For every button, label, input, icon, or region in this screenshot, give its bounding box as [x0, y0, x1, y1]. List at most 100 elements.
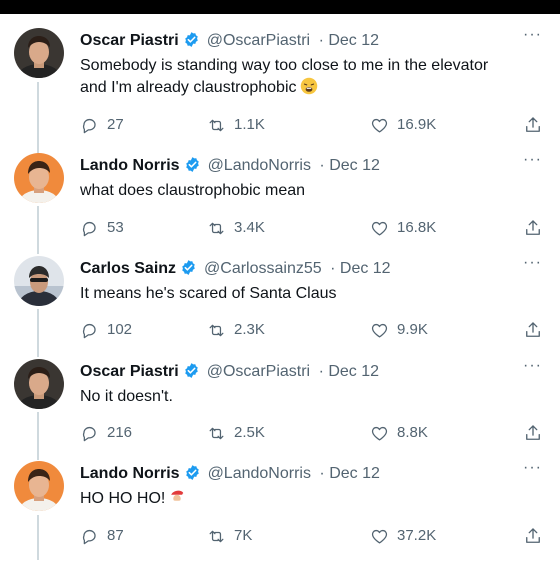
oscar-avatar[interactable] — [14, 28, 64, 78]
tweet-date[interactable]: · Dec 12 — [330, 260, 390, 277]
reply-count: 102 — [107, 321, 133, 338]
like-count: 8.8K — [397, 424, 428, 441]
reply-icon — [80, 219, 99, 238]
tweet-date[interactable]: · Dec 12 — [319, 157, 379, 174]
display-name[interactable]: Lando Norris — [80, 465, 180, 482]
tweet-header: Oscar Piastri @OscarPiastri · Dec 12 — [80, 361, 379, 383]
verified-badge-icon — [184, 464, 201, 481]
more-options-button[interactable]: ··· — [523, 459, 542, 477]
lando-avatar[interactable] — [14, 461, 64, 511]
reply-button[interactable]: 27 — [80, 114, 124, 136]
reply-count: 27 — [107, 116, 124, 133]
reply-count: 216 — [107, 424, 133, 441]
share-icon[interactable] — [523, 114, 543, 136]
heart-icon — [370, 116, 389, 135]
handle[interactable]: @LandoNorris — [208, 465, 311, 482]
retweet-button[interactable]: 2.5K — [207, 422, 265, 444]
lando-avatar[interactable] — [14, 153, 64, 203]
tweet-date[interactable]: · Dec 12 — [319, 465, 379, 482]
share-icon[interactable] — [523, 319, 543, 341]
tweet[interactable]: Lando Norris @LandoNorris · Dec 12 ··· wh… — [0, 151, 560, 256]
retweet-button[interactable]: 2.3K — [207, 319, 265, 341]
status-bar — [0, 0, 560, 14]
share-icon[interactable] — [523, 422, 543, 444]
reply-count: 53 — [107, 219, 124, 236]
like-count: 16.9K — [397, 116, 437, 133]
more-options-button[interactable]: ··· — [523, 151, 542, 169]
reply-icon — [80, 116, 99, 135]
retweet-icon — [207, 321, 226, 340]
handle[interactable]: @OscarPiastri — [207, 363, 310, 380]
retweet-icon — [207, 219, 226, 238]
santa-emoji — [168, 488, 186, 506]
retweet-count: 2.3K — [234, 321, 265, 338]
tweet-text-line: and I'm already claustrophobic — [80, 79, 297, 96]
like-count: 9.9K — [397, 321, 428, 338]
like-button[interactable]: 37.2K — [370, 525, 436, 547]
like-button[interactable]: 9.9K — [370, 319, 428, 341]
tweet-text-line: Somebody is standing way too close to me… — [80, 57, 489, 74]
tweet-actions: 216 2.5K 8.8K — [80, 422, 550, 444]
handle[interactable]: @Carlossainz55 — [204, 260, 322, 277]
reply-icon — [80, 527, 99, 546]
oscar-avatar[interactable] — [14, 359, 64, 409]
display-name[interactable]: Lando Norris — [80, 157, 180, 174]
like-button[interactable]: 16.8K — [370, 217, 436, 239]
handle[interactable]: @OscarPiastri — [207, 32, 310, 49]
tweet-text: No it doesn't. — [80, 386, 540, 408]
verified-badge-icon — [180, 259, 197, 276]
share-icon[interactable] — [523, 525, 543, 547]
tweet[interactable]: Carlos Sainz @Carlossainz55 · Dec 12 ··· … — [0, 254, 560, 359]
display-name[interactable]: Oscar Piastri — [80, 363, 179, 380]
reply-button[interactable]: 87 — [80, 525, 124, 547]
tweet-header: Oscar Piastri @OscarPiastri · Dec 12 — [80, 30, 379, 52]
carlos-avatar[interactable] — [14, 256, 64, 306]
tweet-text-line: It means he's scared of Santa Claus — [80, 285, 337, 302]
heart-icon — [370, 219, 389, 238]
retweet-count: 1.1K — [234, 116, 265, 133]
tweet-date[interactable]: · Dec 12 — [319, 32, 379, 49]
reply-button[interactable]: 216 — [80, 422, 132, 444]
more-options-button[interactable]: ··· — [523, 254, 542, 272]
tweet[interactable]: Lando Norris @LandoNorris · Dec 12 ··· HO… — [0, 459, 560, 564]
tweet-header: Lando Norris @LandoNorris · Dec 12 — [80, 155, 380, 177]
reply-count: 87 — [107, 527, 124, 544]
retweet-count: 2.5K — [234, 424, 265, 441]
reply-button[interactable]: 53 — [80, 217, 124, 239]
retweet-icon — [207, 527, 226, 546]
like-button[interactable]: 16.9K — [370, 114, 436, 136]
like-button[interactable]: 8.8K — [370, 422, 428, 444]
share-icon[interactable] — [523, 217, 543, 239]
heart-icon — [370, 527, 389, 546]
tweet[interactable]: Oscar Piastri @OscarPiastri · Dec 12 ··· … — [0, 26, 560, 133]
tweet-text: Somebody is standing way too close to me… — [80, 55, 540, 99]
reply-button[interactable]: 102 — [80, 319, 132, 341]
tweet-actions: 27 1.1K 16.9K — [80, 114, 550, 136]
verified-badge-icon — [183, 362, 200, 379]
display-name[interactable]: Carlos Sainz — [80, 260, 176, 277]
reply-icon — [80, 321, 99, 340]
tweet-actions: 102 2.3K 9.9K — [80, 319, 550, 341]
retweet-button[interactable]: 1.1K — [207, 114, 265, 136]
weary-face-emoji — [300, 77, 318, 95]
verified-badge-icon — [183, 31, 200, 48]
retweet-button[interactable]: 7K — [207, 525, 252, 547]
reply-icon — [80, 424, 99, 443]
tweet-actions: 87 7K 37.2K — [80, 525, 550, 547]
display-name[interactable]: Oscar Piastri — [80, 32, 179, 49]
more-options-button[interactable]: ··· — [523, 26, 542, 44]
retweet-count: 3.4K — [234, 219, 265, 236]
tweet-text: HO HO HO! — [80, 488, 540, 510]
verified-badge-icon — [184, 156, 201, 173]
like-count: 16.8K — [397, 219, 437, 236]
retweet-button[interactable]: 3.4K — [207, 217, 265, 239]
tweet-actions: 53 3.4K 16.8K — [80, 217, 550, 239]
handle[interactable]: @LandoNorris — [208, 157, 311, 174]
tweet-text-line: No it doesn't. — [80, 388, 173, 405]
heart-icon — [370, 424, 389, 443]
tweet-header: Carlos Sainz @Carlossainz55 · Dec 12 — [80, 258, 391, 280]
tweet-text: It means he's scared of Santa Claus — [80, 283, 540, 305]
tweet-date[interactable]: · Dec 12 — [319, 363, 379, 380]
more-options-button[interactable]: ··· — [523, 357, 542, 375]
tweet[interactable]: Oscar Piastri @OscarPiastri · Dec 12 ··· … — [0, 357, 560, 462]
